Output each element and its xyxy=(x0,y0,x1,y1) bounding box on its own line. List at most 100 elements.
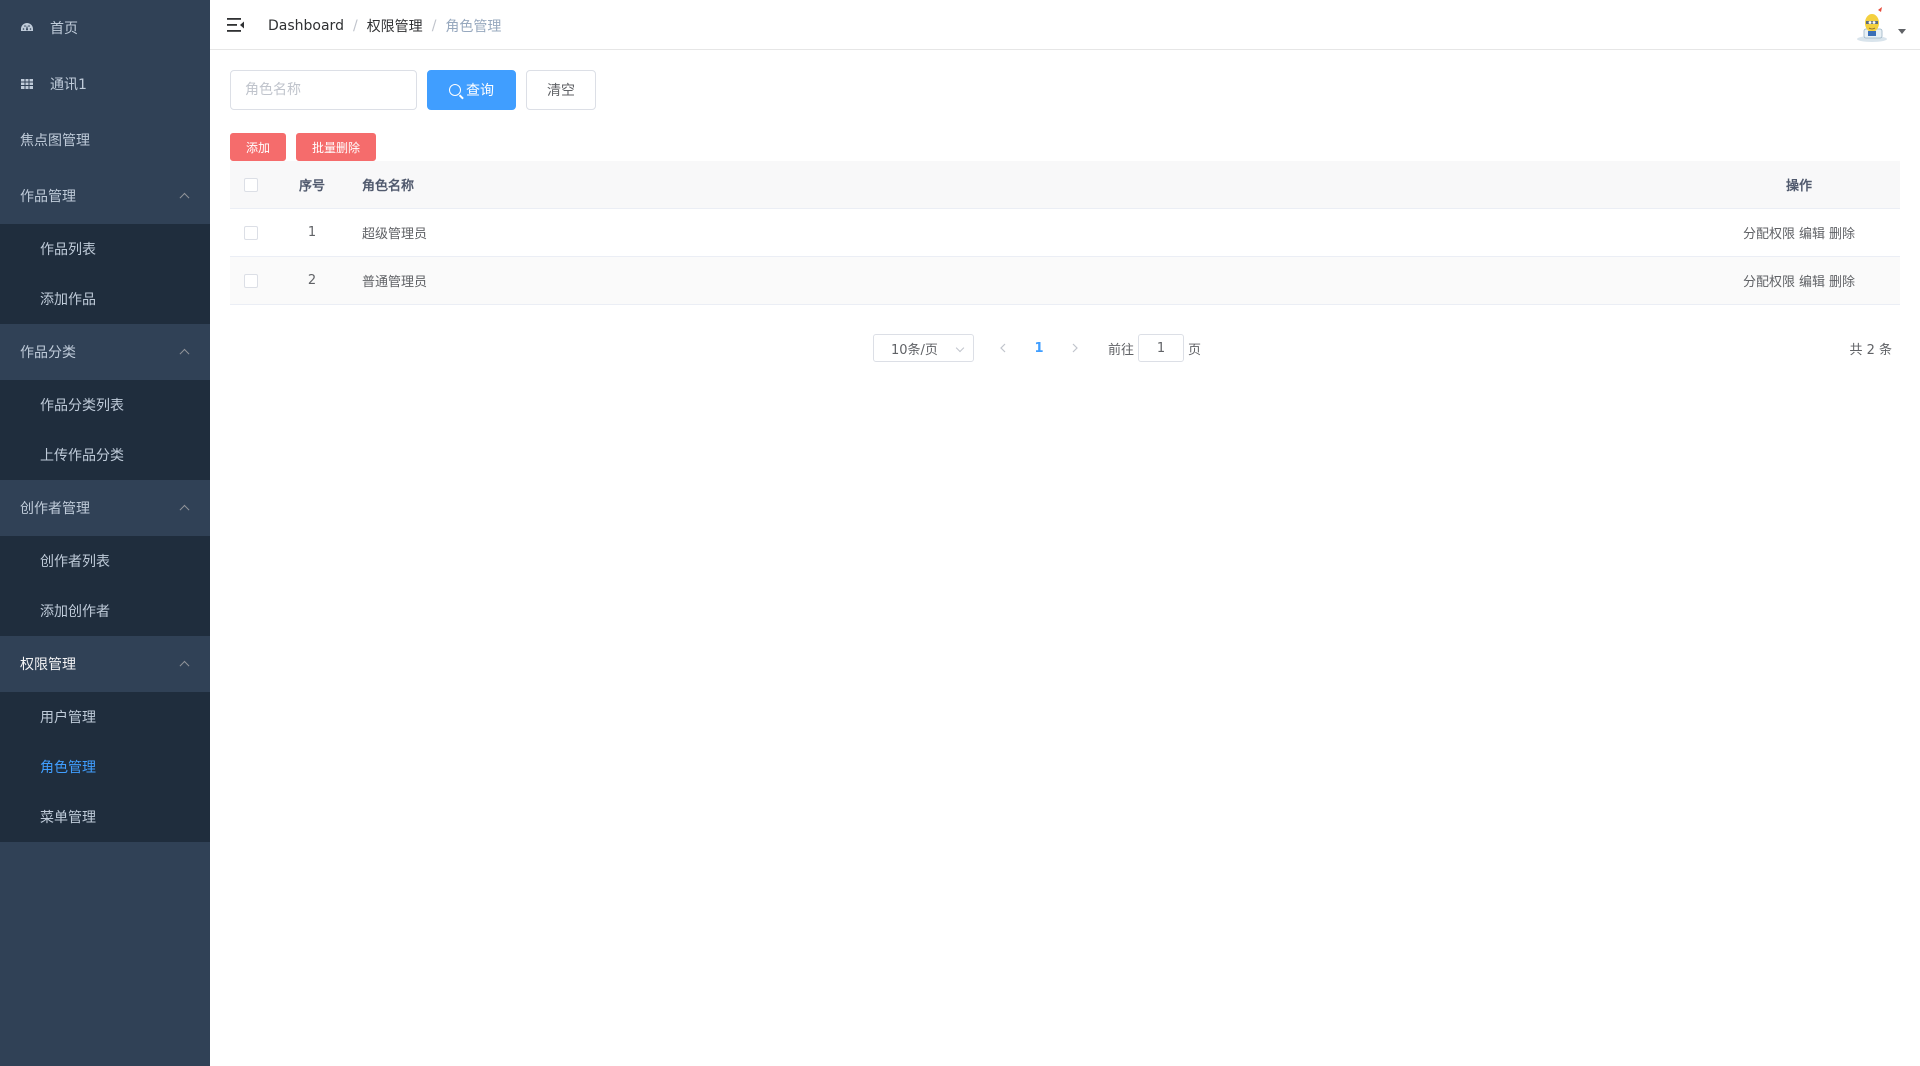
sidebar: 首页 通讯1 焦点图管理 作品管理 作品列表 添加作品 作品分类 作品分类列表 … xyxy=(0,0,210,1066)
breadcrumb-permissions[interactable]: 权限管理 xyxy=(367,16,423,36)
submenu-item-label: 创作者列表 xyxy=(40,554,110,570)
hamburger-icon[interactable] xyxy=(227,17,245,33)
header-index: 序号 xyxy=(298,179,325,194)
page-number-current[interactable]: 1 xyxy=(1022,334,1056,362)
breadcrumb-current: 角色管理 xyxy=(445,19,502,35)
menu-item-home[interactable]: 首页 xyxy=(0,0,210,56)
assign-permissions-link[interactable]: 分配权限 xyxy=(1743,227,1795,242)
batch-delete-button[interactable]: 批量删除 xyxy=(296,133,377,161)
row-name: 超级管理员 xyxy=(362,227,428,242)
submenu-categories-list: 作品分类列表 上传作品分类 xyxy=(0,380,210,480)
menu-item-focus-images[interactable]: 焦点图管理 xyxy=(0,112,210,168)
table-icon xyxy=(20,77,34,91)
menu-item-label: 首页 xyxy=(50,21,78,37)
edit-link[interactable]: 编辑 xyxy=(1799,275,1825,290)
pagination: 10条/页 1 前往 页 共 2 条 xyxy=(230,333,1900,363)
row-checkbox[interactable] xyxy=(244,225,258,240)
avatar[interactable] xyxy=(1852,4,1892,44)
assign-permissions-link[interactable]: 分配权限 xyxy=(1743,275,1795,290)
submenu-creators-list: 创作者列表 添加创作者 xyxy=(0,536,210,636)
role-name-input[interactable] xyxy=(230,70,417,110)
submenu-permissions-list: 用户管理 角色管理 菜单管理 xyxy=(0,692,210,842)
chevron-up-icon xyxy=(179,348,190,359)
clear-button[interactable]: 清空 xyxy=(526,70,596,110)
goto-prefix: 前往 xyxy=(1108,342,1135,358)
chevron-up-icon xyxy=(179,192,190,203)
table-row: 2 普通管理员 分配权限 编辑 删除 xyxy=(230,257,1900,305)
filter-row: 查询 清空 xyxy=(230,70,596,110)
chevron-down-icon xyxy=(955,343,965,353)
row-name: 普通管理员 xyxy=(362,275,428,290)
table-header: 序号 角色名称 操作 xyxy=(230,161,1900,209)
submenu-item-label: 上传作品分类 xyxy=(40,448,124,464)
add-button-label: 添加 xyxy=(246,140,271,155)
breadcrumb: Dashboard / 权限管理 / 角色管理 xyxy=(268,16,501,36)
row-checkbox-cell xyxy=(230,225,272,240)
menu-item-comm[interactable]: 通讯1 xyxy=(0,56,210,112)
header-ops: 操作 xyxy=(1785,179,1812,194)
batch-delete-button-label: 批量删除 xyxy=(312,140,361,155)
breadcrumb-separator: / xyxy=(431,18,437,34)
dashboard-icon xyxy=(20,21,34,35)
submenu-categories[interactable]: 作品分类 xyxy=(0,324,210,380)
submenu-title-label: 创作者管理 xyxy=(20,501,90,517)
row-ops: 分配权限 编辑 删除 xyxy=(1698,223,1900,242)
submenu-item-label: 用户管理 xyxy=(40,710,96,726)
row-checkbox[interactable] xyxy=(244,273,258,288)
submenu-title-label: 作品分类 xyxy=(20,345,76,361)
submenu-title-label: 作品管理 xyxy=(20,189,76,205)
submenu-title-label: 权限管理 xyxy=(20,657,76,673)
chevron-left-icon xyxy=(1000,343,1006,353)
delete-link[interactable]: 删除 xyxy=(1829,275,1855,290)
submenu-creators[interactable]: 创作者管理 xyxy=(0,480,210,536)
edit-link[interactable]: 编辑 xyxy=(1799,227,1825,242)
caret-down-icon xyxy=(1898,28,1906,34)
user-dropdown[interactable] xyxy=(1852,4,1906,44)
select-all-checkbox[interactable] xyxy=(244,177,258,192)
pagination-controls: 10条/页 1 前往 页 xyxy=(873,333,1201,363)
next-page-button[interactable] xyxy=(1060,334,1090,362)
submenu-item-category-list[interactable]: 作品分类列表 xyxy=(0,380,210,430)
submenu-item-upload-category[interactable]: 上传作品分类 xyxy=(0,430,210,480)
pagination-total: 共 2 条 xyxy=(1849,342,1892,358)
submenu-item-label: 作品列表 xyxy=(40,242,96,258)
submenu-item-label: 添加创作者 xyxy=(40,604,110,620)
row-index: 2 xyxy=(307,273,317,288)
header-name: 角色名称 xyxy=(362,179,415,194)
clear-button-label: 清空 xyxy=(547,83,575,99)
search-icon xyxy=(449,84,461,96)
submenu-item-user-management[interactable]: 用户管理 xyxy=(0,692,210,742)
goto-suffix: 页 xyxy=(1188,342,1202,358)
submenu-item-label: 菜单管理 xyxy=(40,810,96,826)
header-checkbox-cell xyxy=(230,177,272,192)
delete-link[interactable]: 删除 xyxy=(1829,227,1855,242)
submenu-item-add-creator[interactable]: 添加创作者 xyxy=(0,586,210,636)
add-button[interactable]: 添加 xyxy=(230,133,287,161)
submenu-item-label: 添加作品 xyxy=(40,292,96,308)
submenu-works[interactable]: 作品管理 xyxy=(0,168,210,224)
submenu-item-add-work[interactable]: 添加作品 xyxy=(0,274,210,324)
submenu-item-menu-management[interactable]: 菜单管理 xyxy=(0,792,210,842)
chevron-up-icon xyxy=(179,660,190,671)
submenu-item-creator-list[interactable]: 创作者列表 xyxy=(0,536,210,586)
breadcrumb-separator: / xyxy=(352,18,358,34)
page-size-select[interactable]: 10条/页 xyxy=(873,334,974,362)
row-index: 1 xyxy=(307,225,317,240)
goto-page-input[interactable] xyxy=(1138,334,1185,362)
table-row: 1 超级管理员 分配权限 编辑 删除 xyxy=(230,209,1900,257)
prev-page-button[interactable] xyxy=(988,334,1018,362)
submenu-item-label: 角色管理 xyxy=(40,760,96,776)
chevron-right-icon xyxy=(1072,343,1078,353)
action-row: 添加 批量删除 xyxy=(230,133,386,161)
submenu-item-works-list[interactable]: 作品列表 xyxy=(0,224,210,274)
search-button[interactable]: 查询 xyxy=(427,70,516,110)
roles-table: 序号 角色名称 操作 1 超级管理员 分配权限 编辑 删除 2 普通管理员 分配权限… xyxy=(230,161,1900,305)
row-checkbox-cell xyxy=(230,273,272,288)
breadcrumb-dashboard[interactable]: Dashboard xyxy=(268,18,344,34)
page-size-value: 10条/页 xyxy=(891,342,938,358)
submenu-works-list: 作品列表 添加作品 xyxy=(0,224,210,324)
chevron-up-icon xyxy=(179,504,190,515)
submenu-item-label: 作品分类列表 xyxy=(40,398,124,414)
submenu-item-role-management[interactable]: 角色管理 xyxy=(0,742,210,792)
submenu-permissions[interactable]: 权限管理 xyxy=(0,636,210,692)
